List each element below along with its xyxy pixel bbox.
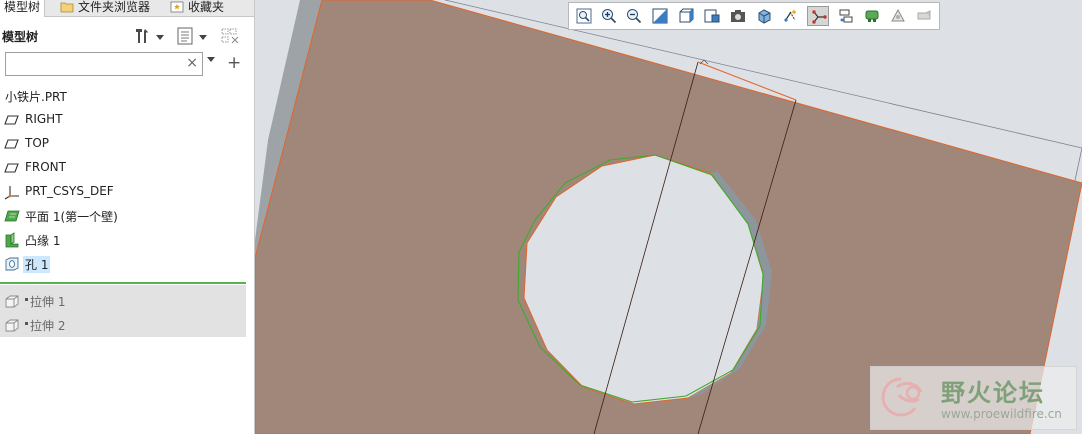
- tree-item-label: 平面 1(第一个壁): [25, 210, 118, 224]
- coordinate-system-icon: [4, 184, 20, 200]
- tree-item-first-wall[interactable]: 平面 1(第一个壁): [0, 204, 254, 228]
- folder-icon: [60, 1, 74, 13]
- navigator-tabbar: 模型树 文件夹浏览器 收藏夹: [0, 0, 254, 17]
- perspective-view-icon[interactable]: [753, 6, 775, 26]
- zoom-in-icon[interactable]: [598, 6, 620, 26]
- datum-display-icon[interactable]: [779, 6, 801, 26]
- insert-here-line[interactable]: [0, 282, 246, 284]
- clear-search-icon[interactable]: ×: [186, 55, 198, 71]
- tree-header: 模型树: [0, 24, 254, 48]
- hole-icon: [4, 256, 20, 272]
- datum-plane-icon: [4, 160, 20, 176]
- tree-item-label: FRONT: [25, 160, 66, 174]
- tree-item-csys[interactable]: PRT_CSYS_DEF: [0, 180, 254, 204]
- tree-item-hole[interactable]: 孔 1: [0, 252, 254, 276]
- tree-columns-icon[interactable]: [220, 26, 240, 46]
- extrude-icon: [4, 317, 20, 333]
- annotation-display-icon[interactable]: [807, 6, 829, 26]
- forum-watermark: 野火论坛 www.proewildfire.cn: [870, 366, 1077, 430]
- datum-plane-icon: [4, 136, 20, 152]
- view-toolbar: [568, 2, 940, 30]
- tree-item-label: PRT_CSYS_DEF: [25, 184, 114, 198]
- view-manager-icon[interactable]: [727, 6, 749, 26]
- tree-item-label: RIGHT: [25, 112, 63, 126]
- display-style-icon[interactable]: [675, 6, 697, 26]
- tree-item-extrude-1[interactable]: 拉伸 1: [0, 289, 254, 313]
- spin-center-icon[interactable]: [835, 6, 857, 26]
- tree-item-label-text: 拉伸 1: [30, 295, 66, 309]
- tree-item-flange[interactable]: 凸缘 1: [0, 228, 254, 252]
- simulation-icon[interactable]: [887, 6, 909, 26]
- tree-item-label: 凸缘 1: [25, 234, 61, 248]
- tree-settings-icon[interactable]: [133, 26, 153, 46]
- zoom-out-icon[interactable]: [623, 6, 645, 26]
- tab-model-tree[interactable]: 模型树: [0, 0, 46, 17]
- tree-item-label: 孔 1: [23, 256, 51, 273]
- tree-root-label: 小铁片.PRT: [5, 90, 67, 104]
- datum-plane-icon: [4, 112, 20, 128]
- sheetmetal-wall-icon: [4, 208, 20, 224]
- suppressed-features-area: 拉伸 1 拉伸 2: [0, 285, 246, 337]
- tab-model-tree-label: 模型树: [4, 0, 41, 14]
- repaint-icon[interactable]: [649, 6, 671, 26]
- add-filter-icon[interactable]: +: [227, 53, 241, 73]
- favorites-icon: [170, 1, 184, 13]
- show-filter-icon[interactable]: [176, 26, 196, 46]
- forum-logo-icon: [881, 377, 923, 417]
- tree-item-label-text: 拉伸 2: [30, 319, 66, 333]
- tree-item-front[interactable]: FRONT: [0, 156, 254, 180]
- more-icon[interactable]: [913, 6, 935, 26]
- search-options-dropdown-icon[interactable]: [207, 57, 215, 62]
- tree-search-box[interactable]: ×: [5, 52, 203, 76]
- watermark-url: www.proewildfire.cn: [941, 407, 1062, 421]
- tree-item-extrude-2[interactable]: 拉伸 2: [0, 313, 254, 337]
- tree-item-label: TOP: [25, 136, 50, 150]
- watermark-brand: 野火论坛: [941, 379, 1045, 407]
- tab-favorites-label: 收藏夹: [188, 0, 225, 14]
- tree-root-node[interactable]: 小铁片.PRT: [0, 84, 254, 108]
- tree-item-label: 拉伸 2: [25, 317, 65, 334]
- tree-search-input[interactable]: [10, 54, 184, 76]
- tree-item-right[interactable]: RIGHT: [0, 108, 254, 132]
- tree-settings-dropdown-icon[interactable]: [155, 26, 175, 46]
- tree-item-label: 拉伸 1: [25, 293, 65, 310]
- zoom-fit-icon[interactable]: [573, 6, 595, 26]
- tab-favorites[interactable]: 收藏夹: [166, 0, 228, 16]
- show-filter-dropdown-icon[interactable]: [198, 26, 218, 46]
- tree-title: 模型树: [2, 30, 39, 44]
- tab-folder-browser-label: 文件夹浏览器: [78, 0, 151, 14]
- flange-icon: [4, 232, 20, 248]
- model-tree-panel: 模型树 文件夹浏览器 收藏夹 模型树 × + 小铁片.PRT RIGHT TOP…: [0, 0, 255, 434]
- saved-orientations-icon[interactable]: [701, 6, 723, 26]
- tab-folder-browser[interactable]: 文件夹浏览器: [56, 0, 154, 16]
- appearance-icon[interactable]: [861, 6, 883, 26]
- tree-item-top[interactable]: TOP: [0, 132, 254, 156]
- extrude-icon: [4, 293, 20, 309]
